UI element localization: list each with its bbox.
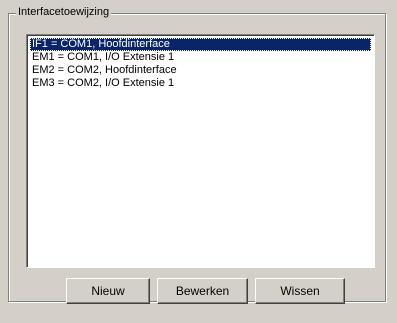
list-item[interactable]: EM1 = COM1, I/O Extensie 1 xyxy=(30,51,371,64)
delete-button[interactable]: Wissen xyxy=(255,278,345,304)
interface-listbox[interactable]: IF1 = COM1, Hoofdinterface EM1 = COM1, I… xyxy=(26,34,375,268)
group-title: Interfacetoewijzing xyxy=(16,6,112,19)
new-button[interactable]: Nieuw xyxy=(66,278,150,304)
list-item[interactable]: EM3 = COM2, I/O Extensie 1 xyxy=(30,77,371,90)
edit-button[interactable]: Bewerken xyxy=(157,278,248,304)
list-item[interactable]: IF1 = COM1, Hoofdinterface xyxy=(30,38,371,51)
list-item[interactable]: EM2 = COM2, Hoofdinterface xyxy=(30,64,371,77)
